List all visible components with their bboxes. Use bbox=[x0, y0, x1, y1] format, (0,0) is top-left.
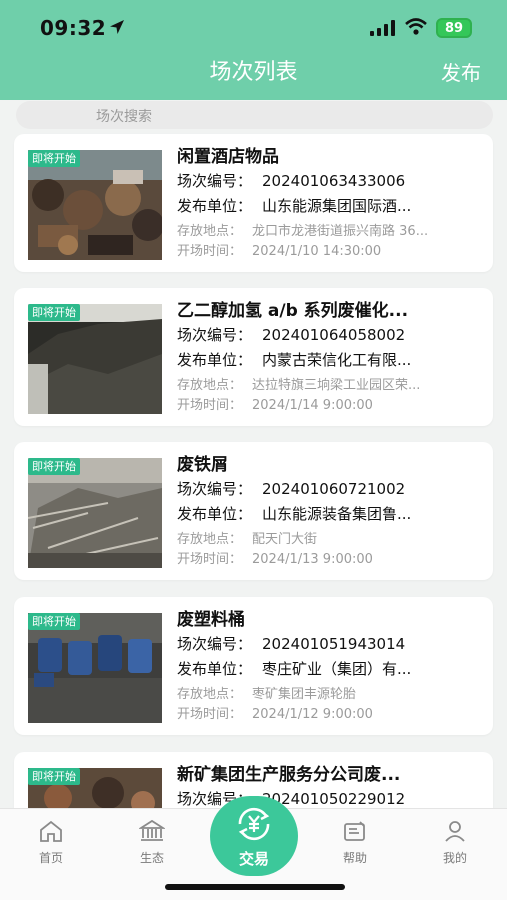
wifi-icon bbox=[405, 18, 427, 35]
battery-indicator: 89 bbox=[436, 18, 472, 38]
item-place: 龙口市龙港街道振兴南路 36... bbox=[252, 224, 429, 239]
cellular-signal-icon bbox=[370, 20, 395, 36]
tab-help-label: 帮助 bbox=[342, 851, 367, 865]
item-number-row: 场次编号： 202401064058002 bbox=[177, 324, 405, 345]
item-title: 废铁屑 bbox=[177, 455, 228, 475]
item-number: 202401051943014 bbox=[262, 635, 406, 653]
list-item[interactable]: 即将开始 废铁屑 场次编号： 202401060721002 发布单位： 山东能源装… bbox=[14, 442, 493, 580]
item-place-label: 存放地点： bbox=[177, 224, 243, 239]
item-time: 2024/1/12 9:00:00 bbox=[252, 707, 373, 722]
status-badge: 即将开始 bbox=[28, 304, 80, 321]
item-time-row: 开场时间： 2024/1/12 9:00:00 bbox=[177, 703, 373, 722]
item-place: 配天门大街 bbox=[252, 532, 318, 547]
battery-level: 89 bbox=[444, 20, 464, 36]
status-bar: 09:32 89 bbox=[0, 0, 507, 56]
item-unit-row: 发布单位： 山东能源集团国际酒... bbox=[177, 195, 411, 216]
item-place-label: 存放地点： bbox=[177, 687, 243, 702]
item-number-row: 场次编号： 202401060721002 bbox=[177, 478, 405, 499]
item-unit-row: 发布单位： 山东能源装备集团鲁... bbox=[177, 503, 411, 524]
status-time: 09:32 bbox=[40, 16, 107, 40]
item-title: 乙二醇加氢 a/b 系列废催化... bbox=[177, 301, 409, 321]
home-indicator bbox=[165, 884, 345, 890]
item-time-label: 开场时间： bbox=[177, 398, 243, 413]
list-item[interactable]: 即将开始 废塑料桶 场次编号： 202401051943014 发布单位： 枣庄矿业… bbox=[14, 597, 493, 735]
item-time-row: 开场时间： 2024/1/14 9:00:00 bbox=[177, 394, 373, 413]
page-title: 场次列表 bbox=[209, 60, 298, 85]
item-unit: 山东能源集团国际酒... bbox=[262, 197, 412, 215]
status-badge: 即将开始 bbox=[28, 150, 80, 167]
item-unit: 枣庄矿业（集团）有... bbox=[262, 660, 412, 678]
item-place-row: 存放地点： 龙口市龙港街道振兴南路 36... bbox=[177, 220, 428, 239]
item-title: 新矿集团生产服务分公司废... bbox=[177, 765, 401, 785]
location-arrow-icon bbox=[110, 20, 124, 34]
item-number-label: 场次编号： bbox=[177, 635, 253, 653]
bank-icon bbox=[139, 819, 165, 841]
list-item[interactable]: 即将开始 乙二醇加氢 a/b 系列废催化... 场次编号： 20240106405… bbox=[14, 288, 493, 426]
item-unit-row: 发布单位： 内蒙古荣信化工有限... bbox=[177, 349, 411, 370]
item-time: 2024/1/14 9:00:00 bbox=[252, 398, 373, 413]
item-time: 2024/1/10 14:30:00 bbox=[252, 244, 382, 259]
search-placeholder: 场次搜索 bbox=[96, 109, 152, 125]
tab-mine[interactable]: 我的 bbox=[425, 819, 485, 866]
item-number: 202401063433006 bbox=[262, 172, 406, 190]
item-unit: 内蒙古荣信化工有限... bbox=[262, 351, 412, 369]
tab-mine-label: 我的 bbox=[442, 851, 467, 865]
item-title: 闲置酒店物品 bbox=[177, 147, 279, 167]
tab-home-label: 首页 bbox=[38, 851, 63, 865]
item-unit-row: 发布单位： 枣庄矿业（集团）有... bbox=[177, 658, 411, 679]
item-place-row: 存放地点： 配天门大街 bbox=[177, 528, 317, 547]
item-time: 2024/1/13 9:00:00 bbox=[252, 552, 373, 567]
tab-home[interactable]: 首页 bbox=[21, 819, 81, 866]
item-number: 202401060721002 bbox=[262, 480, 406, 498]
item-place: 枣矿集团丰源轮胎 bbox=[252, 687, 357, 702]
status-badge: 即将开始 bbox=[28, 768, 80, 785]
item-place-label: 存放地点： bbox=[177, 532, 243, 547]
item-place: 达拉特旗三垧梁工业园区荣... bbox=[252, 378, 421, 393]
tab-ecology[interactable]: 生态 bbox=[122, 819, 182, 866]
item-time-label: 开场时间： bbox=[177, 707, 243, 722]
item-place-row: 存放地点： 枣矿集团丰源轮胎 bbox=[177, 683, 356, 702]
item-number-label: 场次编号： bbox=[177, 172, 253, 190]
status-badge: 即将开始 bbox=[28, 458, 80, 475]
tab-trade-label: 交易 bbox=[238, 850, 269, 868]
item-number: 202401064058002 bbox=[262, 326, 406, 344]
item-time-row: 开场时间： 2024/1/13 9:00:00 bbox=[177, 548, 373, 567]
item-unit: 山东能源装备集团鲁... bbox=[262, 505, 412, 523]
item-unit-label: 发布单位： bbox=[177, 197, 253, 215]
user-icon bbox=[445, 821, 465, 842]
status-badge: 即将开始 bbox=[28, 613, 80, 630]
trade-yuan-icon bbox=[238, 807, 270, 841]
tab-help[interactable]: 帮助 bbox=[325, 819, 385, 866]
tab-ecology-label: 生态 bbox=[139, 851, 164, 865]
item-number-row: 场次编号： 202401051943014 bbox=[177, 633, 405, 654]
item-unit-label: 发布单位： bbox=[177, 660, 253, 678]
publish-button[interactable]: 发布 bbox=[441, 56, 481, 90]
item-title: 废塑料桶 bbox=[177, 610, 245, 630]
item-place-row: 存放地点： 达拉特旗三垧梁工业园区荣... bbox=[177, 374, 420, 393]
item-number-row: 场次编号： 202401063433006 bbox=[177, 170, 405, 191]
item-unit-label: 发布单位： bbox=[177, 351, 253, 369]
item-number-label: 场次编号： bbox=[177, 480, 253, 498]
item-time-label: 开场时间： bbox=[177, 244, 243, 259]
header: 09:32 89 场次列表 发布 bbox=[0, 0, 507, 100]
item-number-row: 场次编号： 202401050229012 bbox=[177, 788, 405, 809]
item-time-label: 开场时间： bbox=[177, 552, 243, 567]
home-icon bbox=[40, 820, 62, 842]
tab-trade[interactable]: 交易 bbox=[210, 796, 298, 876]
item-time-row: 开场时间： 2024/1/10 14:30:00 bbox=[177, 240, 381, 259]
list-item[interactable]: 即将开始 闲置酒店物品 场次编号： 202401063433006 发布单位： 山东… bbox=[14, 134, 493, 272]
item-place-label: 存放地点： bbox=[177, 378, 243, 393]
item-unit-label: 发布单位： bbox=[177, 505, 253, 523]
item-number-label: 场次编号： bbox=[177, 326, 253, 344]
search-input[interactable]: 场次搜索 bbox=[16, 101, 493, 129]
help-doc-icon bbox=[344, 821, 365, 841]
